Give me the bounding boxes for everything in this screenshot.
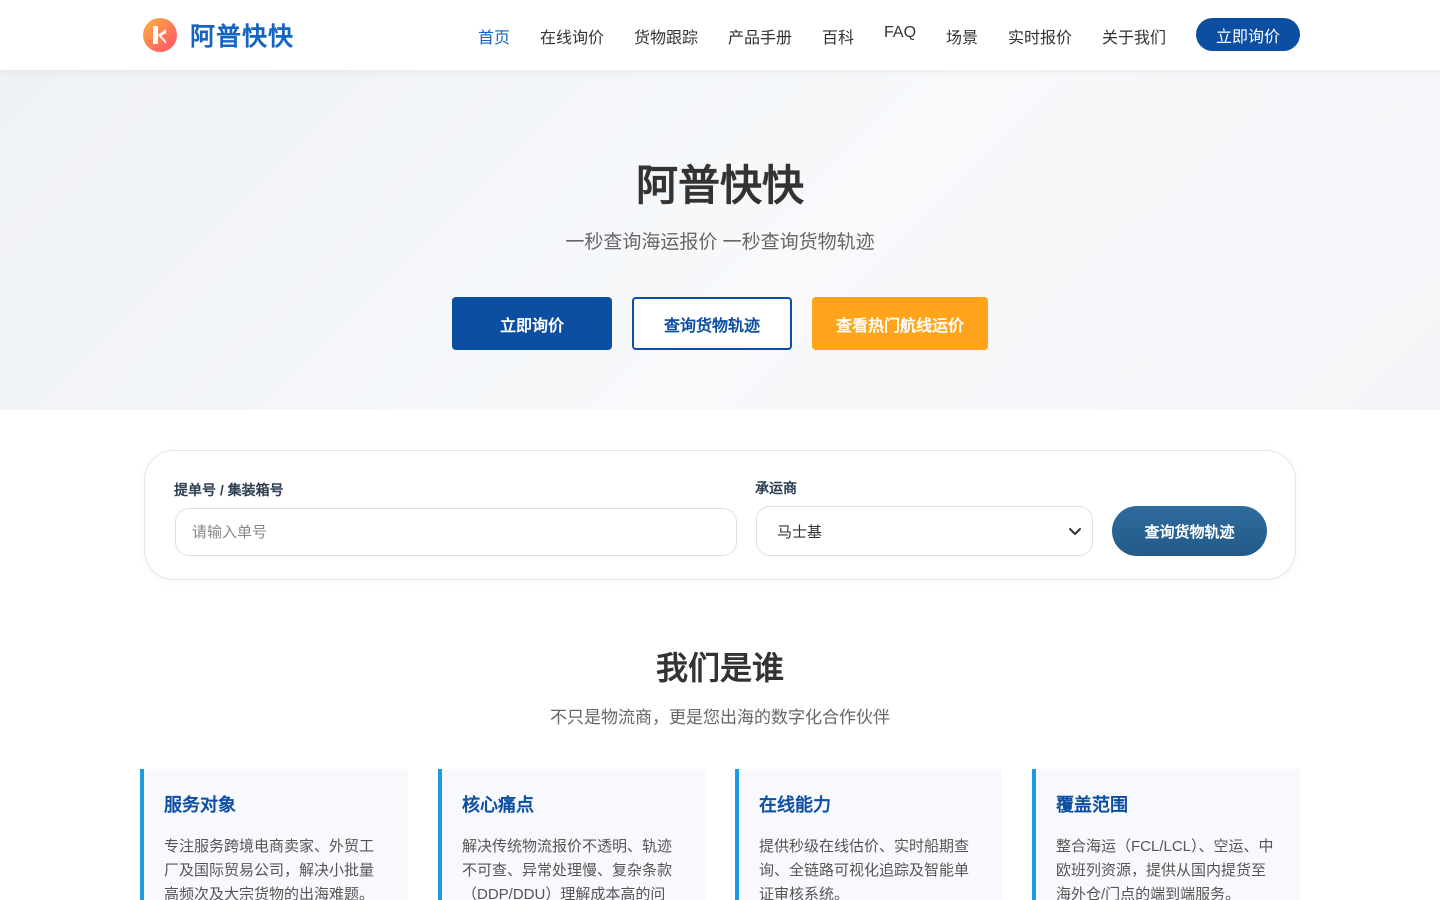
nav-wiki[interactable]: 百科: [822, 24, 854, 48]
about-card: 服务对象 专注服务跨境电商卖家、外贸工厂及国际贸易公司，解决小批量高频次及大宗货…: [140, 769, 408, 900]
about-title: 我们是谁: [655, 650, 784, 686]
nav-online-quote[interactable]: 在线询价: [540, 24, 604, 48]
about-card-text: 专注服务跨境电商卖家、外贸工厂及国际贸易公司，解决小批量高频次及大宗货物的出海难…: [164, 838, 375, 900]
chevron-down-icon: [1069, 528, 1081, 535]
about-card-title: 服务对象: [164, 795, 236, 815]
hero-title: 阿普快快: [635, 162, 804, 209]
header-quote-button[interactable]: 立即询价: [1196, 18, 1300, 51]
top-nav-bar: 阿普快快 首页 在线询价 货物跟踪 产品手册 百科 FAQ 场景 实时报价 关于…: [0, 0, 1440, 70]
nav-home[interactable]: 首页: [478, 24, 510, 48]
about-card-text: 整合海运（FCL/LCL）、空运、中欧班列资源，提供从国内提货至海外仓/门点的端…: [1056, 838, 1274, 900]
brand-logo-icon: [143, 18, 177, 52]
about-subtitle: 不只是物流商，更是您出海的数字化合作伙伴: [550, 708, 890, 727]
hero-section: 阿普快快 一秒查询海运报价 一秒查询货物轨迹 立即询价 查询货物轨迹 查看热门航…: [0, 70, 1440, 410]
about-card: 在线能力 提供秒级在线估价、实时船期查询、全链路可视化追踪及智能单证审核系统。: [735, 769, 1003, 900]
nav-about-us[interactable]: 关于我们: [1102, 24, 1166, 48]
about-card-title: 核心痛点: [462, 795, 534, 815]
about-card-text: 提供秒级在线估价、实时船期查询、全链路可视化追踪及智能单证审核系统。: [759, 838, 970, 900]
about-card-title: 覆盖范围: [1056, 795, 1128, 815]
brand-name: 阿普快快: [190, 23, 295, 51]
hero-subtitle: 一秒查询海运报价 一秒查询货物轨迹: [565, 232, 875, 253]
tracking-form: 提单号 / 集装箱号 承运商 马士基 查询货物轨迹: [144, 450, 1296, 580]
nav-product-manual[interactable]: 产品手册: [728, 24, 792, 48]
brand-logo[interactable]: 阿普快快: [142, 17, 294, 53]
nav-live-quotes[interactable]: 实时报价: [1008, 24, 1072, 48]
carrier-selected-value: 马士基: [777, 523, 823, 541]
carrier-select[interactable]: 马士基: [756, 506, 1093, 556]
hero-track-button[interactable]: 查询货物轨迹: [632, 297, 792, 350]
about-card-title: 在线能力: [759, 795, 831, 815]
nav-scenarios[interactable]: 场景: [946, 24, 978, 48]
nav-faq[interactable]: FAQ: [884, 24, 916, 42]
about-card: 核心痛点 解决传统物流报价不透明、轨迹不可查、异常处理慢、复杂条款（DDP/DD…: [438, 769, 706, 900]
nav-cargo-tracking[interactable]: 货物跟踪: [634, 24, 698, 48]
bl-number-input[interactable]: [175, 508, 737, 556]
about-card: 覆盖范围 整合海运（FCL/LCL）、空运、中欧班列资源，提供从国内提货至海外仓…: [1032, 769, 1300, 900]
bl-number-label: 提单号 / 集装箱号: [174, 482, 284, 498]
carrier-label: 承运商: [755, 480, 797, 496]
hero-quote-button[interactable]: 立即询价: [452, 297, 612, 350]
about-card-text: 解决传统物流报价不透明、轨迹不可查、异常处理慢、复杂条款（DDP/DDU）理解成…: [462, 838, 673, 900]
hero-hot-routes-button[interactable]: 查看热门航线运价: [812, 297, 988, 350]
track-submit-button[interactable]: 查询货物轨迹: [1112, 506, 1267, 556]
